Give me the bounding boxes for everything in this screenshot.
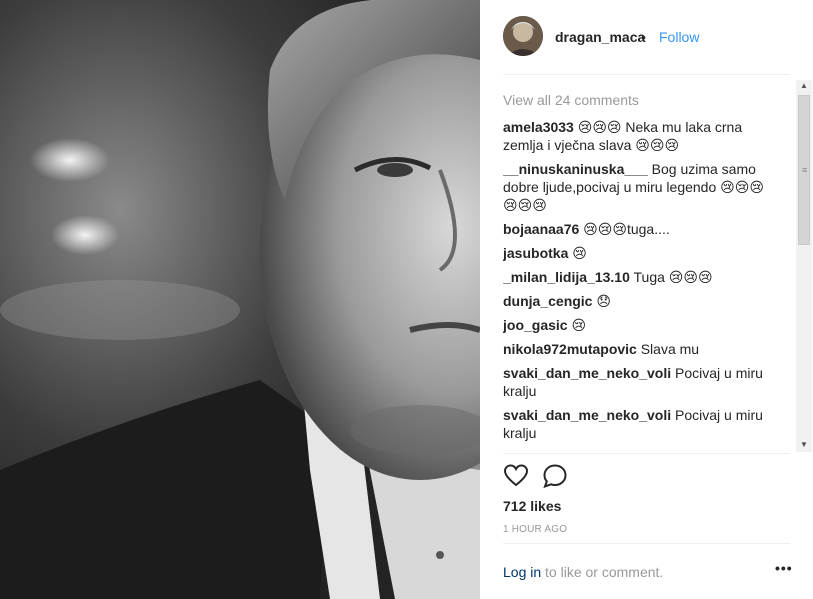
comments-scrollbar[interactable]: ▲ ≡ ▼ [796, 80, 812, 452]
scroll-down-arrow-icon[interactable]: ▼ [800, 440, 808, 449]
comment: bojaanaa76 😢😢😢tuga.... [503, 220, 768, 238]
comment-text: 😞 [596, 293, 611, 309]
comment-user[interactable]: joo_gasic [503, 317, 568, 333]
comment-text: 😢😢😢tuga.... [583, 221, 670, 237]
divider [503, 543, 790, 544]
login-link[interactable]: Log in [503, 564, 541, 580]
divider [503, 74, 790, 75]
comment-bubble-icon[interactable] [542, 463, 568, 489]
comment-user[interactable]: svaki_dan_me_neko_voli [503, 407, 671, 423]
comments-list: View all 24 comments amela3033 😢😢😢 Neka … [503, 85, 773, 453]
post-image[interactable] [0, 0, 480, 599]
scrollbar-thumb[interactable]: ≡ [798, 95, 810, 245]
comment: jasubotka 😢 [503, 244, 768, 262]
comment-user[interactable]: jasubotka [503, 245, 568, 261]
comment-user[interactable]: nikola972mutapovic [503, 341, 637, 357]
comment-user[interactable]: svaki_dan_me_neko_voli [503, 365, 671, 381]
scroll-up-arrow-icon[interactable]: ▲ [800, 81, 808, 90]
comment-user[interactable]: __ninuskaninuska___ [503, 161, 648, 177]
likes-count[interactable]: 712 likes [503, 498, 561, 514]
comment: _milan_lidija_13.10 Tuga 😢😢😢 [503, 268, 768, 286]
comment-user[interactable]: amela3033 [503, 119, 574, 135]
comment-text: 😢 [572, 245, 587, 261]
comment-text: Slava mu [640, 341, 700, 357]
comment-user[interactable]: bojaanaa76 [503, 221, 579, 237]
comment: dunja_cengic 😞 [503, 292, 768, 310]
post-timestamp: 1 HOUR AGO [503, 524, 568, 535]
view-all-comments-link[interactable]: View all 24 comments [503, 92, 639, 108]
heart-icon[interactable] [503, 463, 529, 489]
follow-button[interactable]: Follow [659, 29, 699, 45]
comment: joo_gasic 😢 [503, 316, 768, 334]
separator-dot: • [641, 29, 646, 45]
login-prompt: Log in to like or comment. [503, 564, 663, 580]
comment-user[interactable]: _milan_lidija_13.10 [503, 269, 630, 285]
divider [503, 453, 790, 454]
comment: nikola972mutapovic Slava mu [503, 340, 768, 358]
comment: __ninuskaninuska___ Bog uzima samo dobre… [503, 160, 768, 214]
comment: svaki_dan_me_neko_voli Pocivaj u miru kr… [503, 364, 768, 400]
comment: svaki_dan_me_neko_voli Pocivaj u miru kr… [503, 406, 768, 442]
post-header: dragan_maca • Follow [480, 0, 813, 74]
comment-text: 😢 [571, 317, 587, 333]
comment-text: Tuga 😢😢😢 [633, 269, 713, 285]
more-options-button[interactable]: ••• [775, 560, 793, 576]
username-link[interactable]: dragan_maca [555, 29, 645, 45]
portrait-photo [0, 0, 480, 599]
comment: amela3033 😢😢😢 Neka mu laka crna zemlja i… [503, 118, 768, 154]
grip-icon: ≡ [802, 165, 808, 175]
avatar[interactable] [503, 16, 543, 56]
comment-user[interactable]: dunja_cengic [503, 293, 592, 309]
post-sidebar: dragan_maca • Follow View all 24 comment… [480, 0, 813, 599]
login-prompt-text: to like or comment. [541, 564, 664, 580]
